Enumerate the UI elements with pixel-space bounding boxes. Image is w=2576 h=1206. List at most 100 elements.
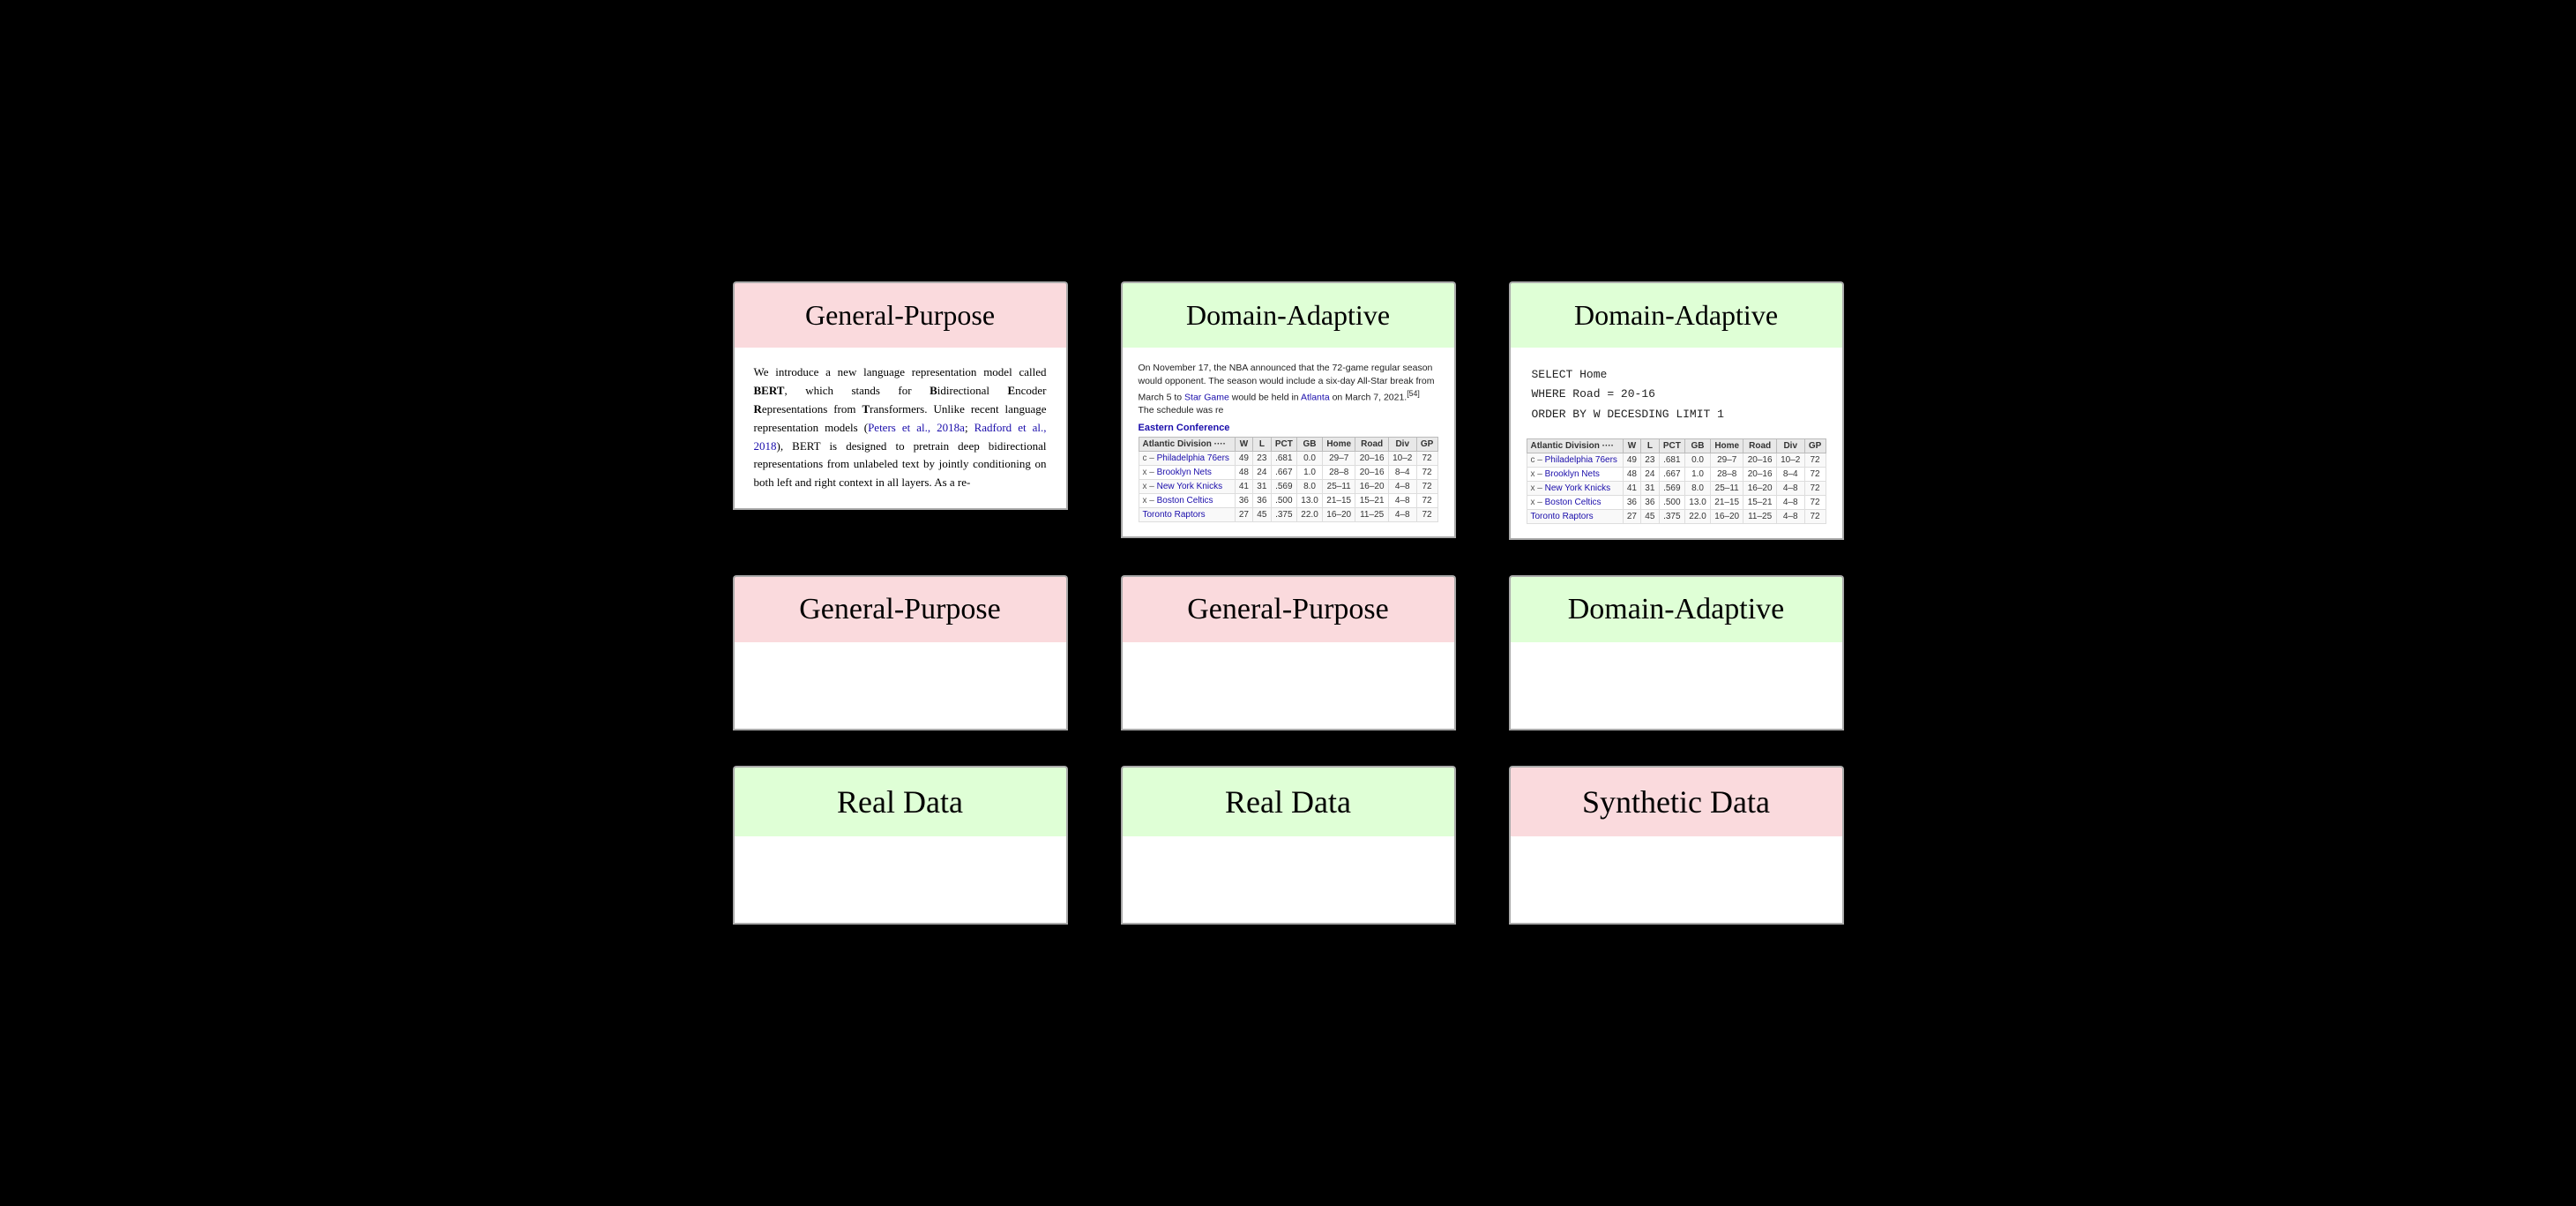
- card-general-purpose-2: General-Purpose: [733, 575, 1068, 730]
- div-cell: 4–8: [1388, 493, 1416, 507]
- card-header-general-purpose-3: General-Purpose: [1121, 575, 1456, 642]
- pct-cell: .500: [1271, 493, 1296, 507]
- team-cell: x – Boston Celtics: [1139, 493, 1235, 507]
- sql-col-home: Home: [1711, 438, 1743, 453]
- card-body-nba: On November 17, the NBA announced that t…: [1121, 348, 1456, 537]
- l-cell: 31: [1253, 479, 1271, 493]
- table-row: Toronto Raptors 27 45 .375 22.0 16–20 11…: [1139, 507, 1437, 521]
- card-header-general-purpose-1: General-Purpose: [733, 281, 1068, 348]
- gb-cell: 1.0: [1297, 465, 1323, 479]
- pct-cell: .667: [1659, 467, 1684, 481]
- col-home: Home: [1323, 437, 1355, 451]
- table-row: c – Philadelphia 76ers 49 23 .681 0.0 29…: [1527, 453, 1826, 467]
- card-domain-adaptive-sql: Domain-Adaptive SELECT Home WHERE Road =…: [1509, 281, 1844, 539]
- card-body-empty-2: [1121, 642, 1456, 730]
- card-body-empty-1: [733, 642, 1068, 730]
- sql-col-w: W: [1623, 438, 1640, 453]
- road-cell: 15–21: [1355, 493, 1388, 507]
- card-header-general-purpose-2: General-Purpose: [733, 575, 1068, 642]
- l-cell: 24: [1253, 465, 1271, 479]
- home-cell: 28–8: [1711, 467, 1743, 481]
- card-general-purpose-3: General-Purpose: [1121, 575, 1456, 730]
- pct-cell: .500: [1659, 495, 1684, 509]
- card-body-real-data-1: [733, 836, 1068, 925]
- gb-cell: 0.0: [1297, 451, 1323, 465]
- sql-standings-table: Atlantic Division ···· W L PCT GB Home R…: [1527, 438, 1826, 524]
- nba-standings-table: Atlantic Division ···· W L PCT GB Home R…: [1139, 437, 1438, 522]
- sql-table-header-row: Atlantic Division ···· W L PCT GB Home R…: [1527, 438, 1826, 453]
- l-cell: 23: [1253, 451, 1271, 465]
- team-cell: x – Brooklyn Nets: [1527, 467, 1623, 481]
- table-row: x – Boston Celtics 36 36 .500 13.0 21–15…: [1527, 495, 1826, 509]
- gb-cell: 13.0: [1685, 495, 1711, 509]
- w-cell: 48: [1235, 465, 1252, 479]
- gp-cell: 72: [1416, 493, 1437, 507]
- pct-cell: .667: [1271, 465, 1296, 479]
- home-cell: 28–8: [1323, 465, 1355, 479]
- nba-conference-label: Eastern Conference: [1139, 423, 1438, 433]
- card-header-domain-adaptive-1: Domain-Adaptive: [1121, 281, 1456, 348]
- card-body-bert: We introduce a new language representa­t…: [733, 348, 1068, 510]
- sql-query-text: SELECT Home WHERE Road = 20-16 ORDER BY …: [1519, 356, 1833, 432]
- table-row: x – Brooklyn Nets 48 24 .667 1.0 28–8 20…: [1527, 467, 1826, 481]
- w-cell: 41: [1235, 479, 1252, 493]
- home-cell: 25–11: [1323, 479, 1355, 493]
- road-cell: 16–20: [1355, 479, 1388, 493]
- home-cell: 16–20: [1323, 507, 1355, 521]
- div-cell: 4–8: [1388, 479, 1416, 493]
- road-cell: 11–25: [1743, 509, 1776, 523]
- gp-cell: 72: [1804, 453, 1826, 467]
- sql-col-road: Road: [1743, 438, 1776, 453]
- col-l: L: [1253, 437, 1271, 451]
- sql-col-div: Div: [1776, 438, 1804, 453]
- card-body-sql: SELECT Home WHERE Road = 20-16 ORDER BY …: [1509, 348, 1844, 539]
- col-division: Atlantic Division ····: [1139, 437, 1235, 451]
- team-cell: Toronto Raptors: [1527, 509, 1623, 523]
- team-cell: x – New York Knicks: [1139, 479, 1235, 493]
- gp-cell: 72: [1416, 507, 1437, 521]
- sql-nba-table-wrapper: Atlantic Division ···· W L PCT GB Home R…: [1519, 433, 1833, 529]
- l-cell: 31: [1641, 481, 1659, 495]
- l-cell: 23: [1641, 453, 1659, 467]
- gb-cell: 8.0: [1297, 479, 1323, 493]
- col-gp: GP: [1416, 437, 1437, 451]
- l-cell: 45: [1641, 509, 1659, 523]
- card-synthetic-data: Synthetic Data: [1509, 766, 1844, 925]
- card-body-real-data-2: [1121, 836, 1456, 925]
- home-cell: 21–15: [1711, 495, 1743, 509]
- card-domain-adaptive-3: Domain-Adaptive: [1509, 575, 1844, 730]
- team-cell: c – Philadelphia 76ers: [1527, 453, 1623, 467]
- gp-cell: 72: [1416, 451, 1437, 465]
- gp-cell: 72: [1804, 509, 1826, 523]
- road-cell: 20–16: [1355, 465, 1388, 479]
- gb-cell: 13.0: [1297, 493, 1323, 507]
- road-cell: 20–16: [1743, 467, 1776, 481]
- card-header-domain-adaptive-2: Domain-Adaptive: [1509, 281, 1844, 348]
- div-cell: 4–8: [1776, 495, 1804, 509]
- road-cell: 11–25: [1355, 507, 1388, 521]
- home-cell: 29–7: [1323, 451, 1355, 465]
- card-domain-adaptive-nba: Domain-Adaptive On November 17, the NBA …: [1121, 281, 1456, 539]
- w-cell: 36: [1623, 495, 1640, 509]
- gp-cell: 72: [1804, 495, 1826, 509]
- card-general-purpose-bert: General-Purpose We introduce a new langu…: [733, 281, 1068, 539]
- l-cell: 36: [1641, 495, 1659, 509]
- w-cell: 36: [1235, 493, 1252, 507]
- road-cell: 20–16: [1355, 451, 1388, 465]
- gb-cell: 0.0: [1685, 453, 1711, 467]
- div-cell: 4–8: [1776, 509, 1804, 523]
- sql-col-pct: PCT: [1659, 438, 1684, 453]
- pct-cell: .375: [1659, 509, 1684, 523]
- gp-cell: 72: [1804, 467, 1826, 481]
- l-cell: 36: [1253, 493, 1271, 507]
- table-row: x – New York Knicks 41 31 .569 8.0 25–11…: [1139, 479, 1437, 493]
- div-cell: 4–8: [1388, 507, 1416, 521]
- card-header-synthetic-data: Synthetic Data: [1509, 766, 1844, 836]
- nba-intro-text: On November 17, the NBA announced that t…: [1139, 362, 1438, 416]
- gb-cell: 1.0: [1685, 467, 1711, 481]
- sql-col-division: Atlantic Division ····: [1527, 438, 1623, 453]
- table-row: x – Brooklyn Nets 48 24 .667 1.0 28–8 20…: [1139, 465, 1437, 479]
- gb-cell: 22.0: [1297, 507, 1323, 521]
- pct-cell: .569: [1271, 479, 1296, 493]
- pct-cell: .375: [1271, 507, 1296, 521]
